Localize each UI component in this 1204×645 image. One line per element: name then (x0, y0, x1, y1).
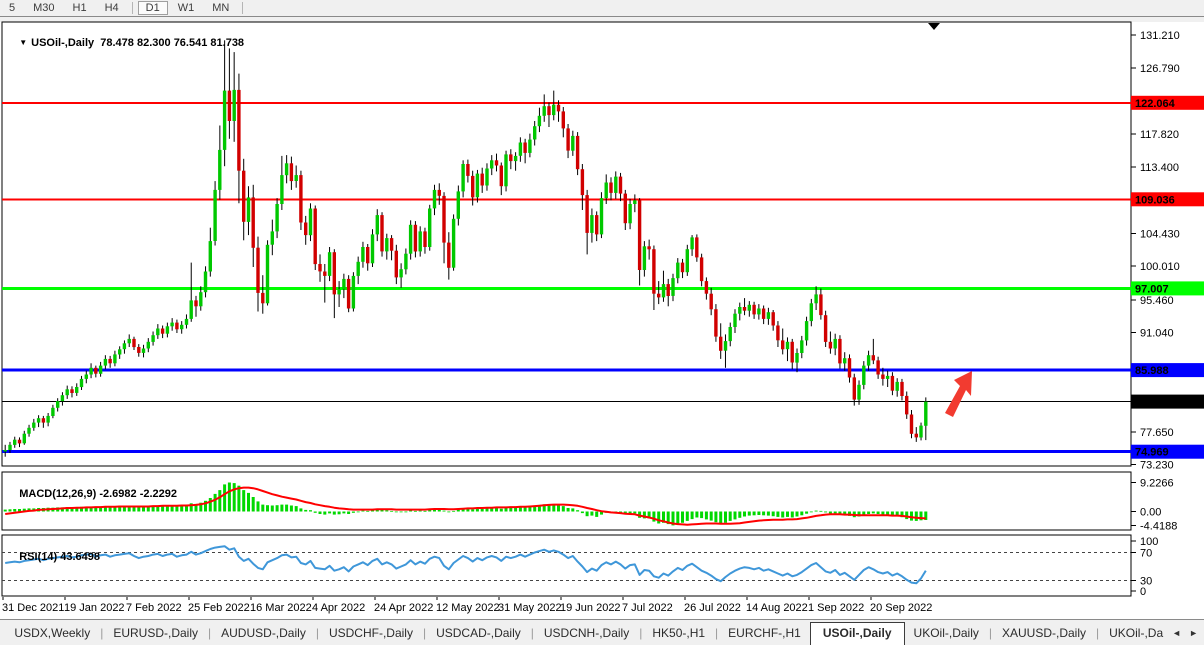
main-price-panel (2, 22, 1131, 466)
svg-text:4 Apr 2022: 4 Apr 2022 (312, 602, 365, 614)
tab-ukoil-daily[interactable]: UKOil-,Daily (905, 623, 988, 643)
macd-values: -2.6982 -2.2292 (99, 488, 177, 500)
date-axis[interactable]: 31 Dec 202119 Jan 20227 Feb 2022 25 Feb 2… (2, 597, 932, 614)
svg-text:91.040: 91.040 (1140, 328, 1174, 340)
chart-canvas[interactable]: 131.210 126.790 117.820 113.400 104.430 100.0… (0, 0, 1204, 645)
svg-text:26 Jul 2022: 26 Jul 2022 (684, 602, 741, 614)
hline-81.738[interactable] (2, 401, 1131, 402)
svg-text:113.400: 113.400 (1140, 162, 1179, 174)
tab-eurusd-daily[interactable]: EURUSD-,Daily (104, 623, 207, 643)
rsi-panel (2, 535, 1131, 596)
price-axis[interactable]: 131.210 126.790 117.820 113.400 104.430 100.0… (1131, 30, 1204, 598)
svg-text:109.036: 109.036 (1135, 194, 1175, 206)
svg-text:97.007: 97.007 (1135, 283, 1169, 295)
svg-text:1 Sep 2022: 1 Sep 2022 (808, 602, 864, 614)
svg-text:74.969: 74.969 (1135, 447, 1169, 459)
svg-text:117.820: 117.820 (1140, 129, 1179, 141)
svg-text:12 May 2022: 12 May 2022 (436, 602, 500, 614)
svg-text:7 Jul 2022: 7 Jul 2022 (622, 602, 673, 614)
tab-ukoil-da[interactable]: UKOil-,Da (1100, 623, 1172, 643)
svg-text:100.010: 100.010 (1140, 261, 1180, 273)
tab-usdchf-daily[interactable]: USDCHF-,Daily (320, 623, 422, 643)
svg-text:24 Apr 2022: 24 Apr 2022 (374, 602, 433, 614)
svg-text:85.988: 85.988 (1135, 365, 1169, 377)
price-level-badge-109.036: 109.036 (1131, 192, 1204, 206)
svg-text:73.230: 73.230 (1140, 460, 1174, 472)
price-level-badge-81.738: 81.738 (1131, 395, 1204, 409)
svg-text:14 Aug 2022: 14 Aug 2022 (746, 602, 808, 614)
tab-usoil-daily[interactable]: USOil-,Daily (810, 622, 905, 645)
svg-text:-4.4188: -4.4188 (1140, 520, 1177, 532)
svg-text:9.2266: 9.2266 (1140, 477, 1174, 489)
svg-text:0: 0 (1140, 586, 1146, 598)
hline-74.969[interactable] (2, 450, 1131, 453)
macd-label: MACD(12,26,9) -2.6982 -2.2292 (7, 476, 177, 512)
svg-text:81.738: 81.738 (1135, 397, 1169, 409)
tab-hk50-h1[interactable]: HK50-,H1 (643, 623, 714, 643)
tab-usdcad-daily[interactable]: USDCAD-,Daily (427, 623, 530, 643)
mt4-window: 5M30H1H4D1W1MN 131.210126.790117.820113.… (0, 0, 1204, 645)
tab-eurchf-h1[interactable]: EURCHF-,H1 (719, 623, 810, 643)
price-level-badge-85.988: 85.988 (1131, 363, 1204, 377)
svg-text:25 Feb 2022: 25 Feb 2022 (188, 602, 250, 614)
symbol-dropdown-icon[interactable]: ▼ (19, 38, 27, 47)
hline-85.988[interactable] (2, 369, 1131, 372)
chart-title: ▼ USOil-,Daily 78.478 82.300 76.541 81.73… (7, 25, 244, 61)
rsi-name: RSI(14) (19, 551, 57, 563)
macd-name: MACD(12,26,9) (19, 488, 96, 500)
svg-text:31 Dec 2021: 31 Dec 2021 (2, 602, 64, 614)
svg-text:19 Jun 2022: 19 Jun 2022 (560, 602, 621, 614)
hline-97.007[interactable] (2, 287, 1131, 290)
svg-text:95.460: 95.460 (1140, 295, 1174, 307)
svg-text:100: 100 (1140, 536, 1158, 548)
open-value: 78.478 (100, 37, 134, 49)
svg-text:0.00: 0.00 (1140, 507, 1161, 519)
svg-text:20 Sep 2022: 20 Sep 2022 (870, 602, 932, 614)
price-level-badge-74.969: 74.969 (1131, 445, 1204, 459)
svg-text:7 Feb 2022: 7 Feb 2022 (126, 602, 182, 614)
price-level-badge-97.007: 97.007 (1131, 281, 1204, 295)
tab-xauusd-daily[interactable]: XAUUSD-,Daily (993, 623, 1095, 643)
close-value: 81.738 (210, 37, 244, 49)
svg-text:122.064: 122.064 (1135, 98, 1176, 110)
tab-scroll-left-icon[interactable]: ◄ (1172, 628, 1181, 638)
tab-audusd-daily[interactable]: AUDUSD-,Daily (212, 623, 315, 643)
rsi-value: 43.6498 (60, 551, 100, 563)
hline-122.064[interactable] (2, 102, 1131, 104)
svg-text:104.430: 104.430 (1140, 228, 1180, 240)
svg-text:31 May 2022: 31 May 2022 (498, 602, 562, 614)
svg-text:70: 70 (1140, 548, 1152, 560)
hline-109.036[interactable] (2, 198, 1131, 200)
high-value: 82.300 (137, 37, 171, 49)
svg-text:131.210: 131.210 (1140, 30, 1180, 42)
svg-text:77.650: 77.650 (1140, 427, 1174, 439)
price-level-badge-122.064: 122.064 (1131, 96, 1204, 110)
symbol-tab-bar: USDX,Weekly|EURUSD-,Daily|AUDUSD-,Daily|… (0, 619, 1204, 645)
tab-scroll-right-icon[interactable]: ► (1189, 628, 1198, 638)
symbol-name: USOil-,Daily (31, 37, 94, 49)
tab-usdx-weekly[interactable]: USDX,Weekly (5, 623, 99, 643)
rsi-label: RSI(14) 43.6498 (7, 539, 100, 575)
svg-text:19 Jan 2022: 19 Jan 2022 (64, 602, 125, 614)
tab-usdcnh-daily[interactable]: USDCNH-,Daily (535, 623, 638, 643)
svg-text:16 Mar 2022: 16 Mar 2022 (250, 602, 312, 614)
low-value: 76.541 (174, 37, 208, 49)
svg-text:126.790: 126.790 (1140, 63, 1180, 75)
